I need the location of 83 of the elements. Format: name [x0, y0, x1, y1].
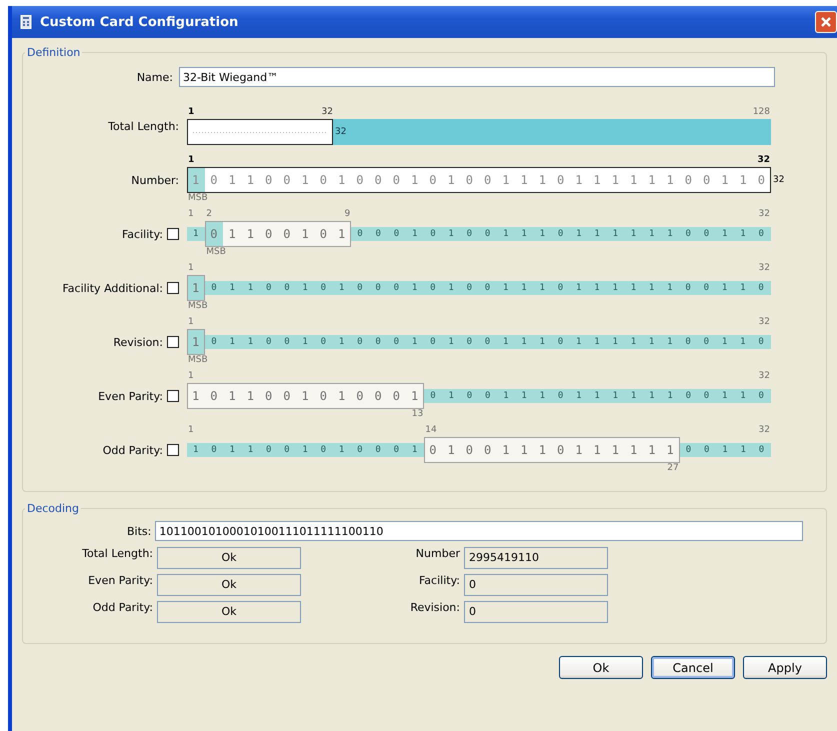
msb-label: MSB [188, 301, 208, 311]
group-title: Definition [26, 46, 82, 59]
field-label: Facility: [418, 574, 460, 587]
field-label: Odd Parity: [92, 601, 153, 614]
value-field: 0 [464, 601, 608, 623]
close-button[interactable] [815, 11, 837, 33]
bit-index: 1 [188, 371, 194, 381]
bit-digits: 0 1 1 0 0 1 0 1 0 0 0 1 0 1 0 0 1 1 1 0 1 1 1 1 1 1 0 0 1 1 0 [210, 337, 768, 347]
value-field: 2995419110 [464, 547, 608, 569]
field-label: Even Parity: [98, 390, 163, 402]
bit-index: 1 [188, 317, 194, 327]
bit-index: 1 [188, 263, 194, 273]
dialog-button[interactable]: Apply [743, 656, 827, 679]
checkbox[interactable] [167, 228, 179, 240]
bit-index: 32 [758, 371, 770, 381]
bit-count: 32 [773, 175, 784, 185]
checkbox[interactable] [167, 444, 179, 456]
bit-index: 1 [188, 209, 194, 219]
checkbox[interactable] [167, 282, 179, 294]
bit-index: 32 [758, 317, 770, 327]
bit-index: 9 [344, 209, 350, 219]
field-label: Facility: [122, 228, 163, 240]
field-label: Total Length: [81, 547, 153, 560]
field-label: Revision: [113, 336, 163, 348]
bit-digits: 1 0 1 1 0 0 1 0 1 0 0 0 1 0 1 0 0 1 1 1 0 1 1 1 1 1 1 0 0 1 1 0 [191, 173, 767, 187]
bit-digits: 1 [191, 281, 202, 295]
dialog-button[interactable]: Cancel [651, 656, 735, 679]
bit-digits: 0 1 1 0 0 1 0 1 0 0 0 1 0 1 0 0 1 1 1 0 1 1 1 1 1 1 0 0 1 1 0 [210, 283, 768, 293]
checkbox[interactable] [167, 336, 179, 348]
bit-index: 32 [758, 425, 770, 435]
dialog-button[interactable]: Ok [559, 656, 643, 679]
bit-index: 27 [667, 463, 679, 473]
status-field: Ok [157, 547, 301, 569]
group-title: Decoding [26, 502, 80, 515]
status-field: Ok [157, 601, 301, 623]
field-label: Number [414, 547, 460, 560]
field-label: Even Parity: [87, 574, 153, 587]
bit-window[interactable]: 1 [187, 275, 206, 301]
bit-index: 32 [758, 209, 770, 219]
bit-index: 128 [752, 107, 770, 117]
bit-digits: 0 1 0 0 1 1 1 0 1 1 1 1 1 1 [428, 443, 676, 457]
msb-label: MSB [206, 247, 226, 257]
field-label: Odd Parity: [102, 444, 163, 456]
bit-digits: 1 [191, 335, 202, 349]
bit-index: 1 [188, 107, 194, 117]
bit-index: 32 [758, 263, 770, 273]
msb-label: MSB [188, 193, 208, 203]
bit-window[interactable]: 1 0 1 1 0 0 1 0 1 0 0 0 1 [187, 383, 424, 409]
bit-index: 32 [757, 155, 770, 165]
bit-digits: 1 0 1 1 0 0 1 0 1 0 0 0 1 [191, 389, 420, 403]
bit-index: 32 [322, 107, 333, 117]
field-label: Total Length: [108, 120, 179, 132]
value-field: 0 [464, 574, 608, 596]
bit-digits: 0 0 0 1 0 1 0 0 1 1 1 0 1 1 1 1 1 1 0 0 1 1 0 [356, 229, 768, 239]
bit-index: 1 [188, 155, 194, 165]
bit-window[interactable]: 1 0 1 1 0 0 1 0 1 0 0 0 1 0 1 0 0 1 1 1 0 1 1 1 1 1 1 0 0 1 1 0 [187, 167, 771, 193]
msb-label: MSB [188, 355, 208, 365]
bit-digits: 1 0 1 1 0 0 1 0 1 0 0 0 1 [192, 445, 421, 455]
name-field[interactable]: 32-Bit Wiegand™ [179, 67, 775, 87]
bit-window[interactable]: 0 1 0 0 1 1 1 0 1 1 1 1 1 1 [424, 437, 680, 463]
bit-digits: 0 0 1 1 0 [684, 445, 768, 455]
field-label: Revision: [409, 601, 460, 614]
calculator-icon [20, 15, 32, 29]
bit-digits: 0 1 1 0 0 1 0 1 [209, 227, 348, 241]
checkbox[interactable] [167, 390, 179, 402]
length-handle[interactable] [187, 119, 333, 145]
bits-field[interactable]: 10110010100010100111011111100110 [155, 521, 804, 541]
field-label: Number: [131, 174, 179, 186]
bit-index: 1 [188, 425, 194, 435]
bit-index: 2 [206, 209, 212, 219]
bit-window[interactable]: 0 1 1 0 0 1 0 1 [205, 221, 352, 247]
field-label: Facility Additional: [62, 282, 163, 294]
window-title: Custom Card Configuration [40, 14, 238, 30]
bit-digits: 0 1 0 0 1 1 1 0 1 1 1 1 1 1 0 0 1 1 0 [429, 391, 768, 401]
field-label: Name: [136, 70, 173, 84]
length-value: 32 [335, 127, 346, 137]
field-label: Bits: [127, 524, 152, 538]
bit-window[interactable]: 1 [187, 329, 206, 355]
bit-index: 13 [412, 409, 424, 419]
close-icon [820, 16, 832, 28]
bit-digits: 1 [192, 229, 202, 239]
status-field: Ok [157, 574, 301, 596]
bit-index: 14 [425, 425, 437, 435]
